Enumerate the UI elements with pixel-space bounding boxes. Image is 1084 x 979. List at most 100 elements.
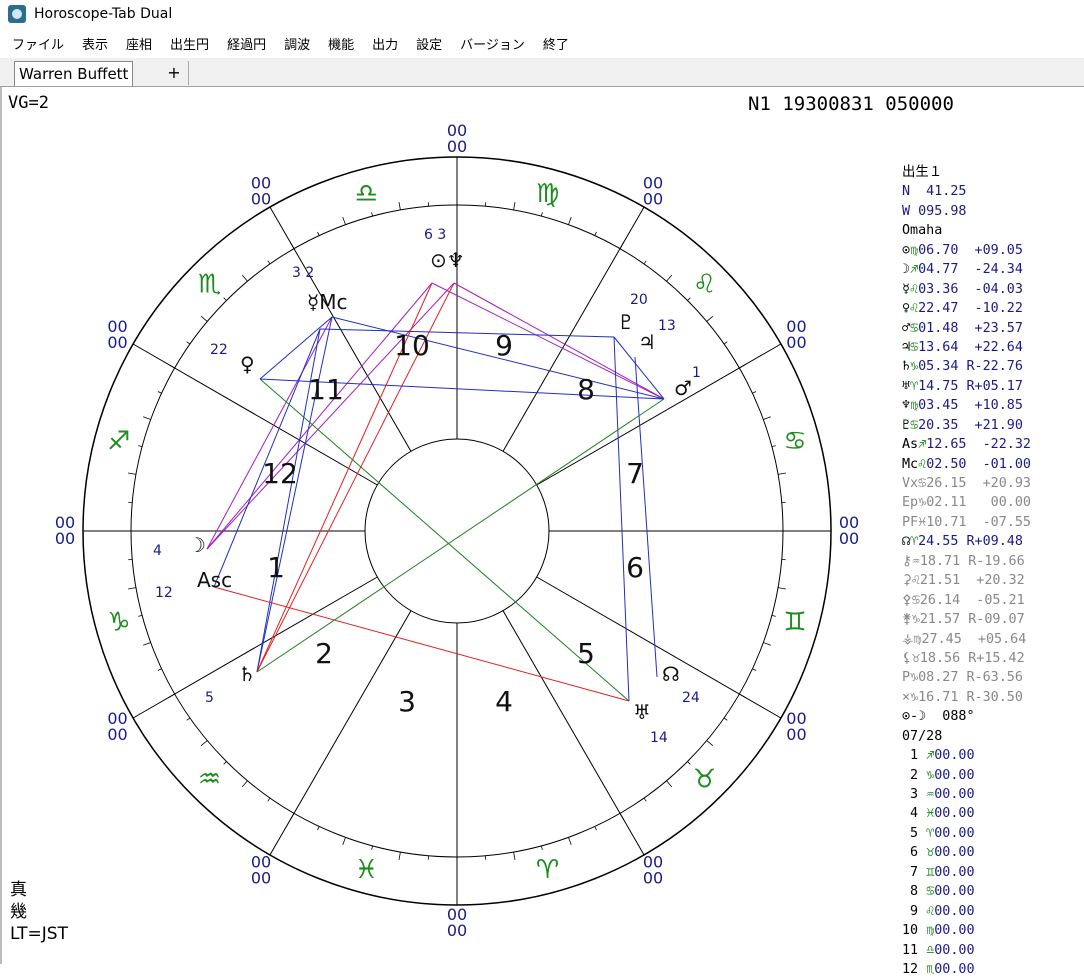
menu-version[interactable]: バージョン [460,34,525,53]
zodiac-sign: ♈ [536,855,559,885]
node-glyph: ☊ [662,662,680,686]
planet-row: Vx♋26.15 +20.93 [902,474,1031,493]
menu-view[interactable]: 表示 [82,34,108,53]
degree-tick [158,669,162,671]
menu-harmonics[interactable]: 調波 [284,34,310,53]
menu-file[interactable]: ファイル [12,34,64,53]
degree-tick [772,615,776,616]
cusp-minute-label: 00 [107,725,127,744]
menu-exit[interactable]: 終了 [543,34,569,53]
degree-tick [201,316,207,321]
planet-row: PF♓10.71 -07.55 [902,513,1031,532]
planet-table: 出生１N 41.25W 095.98Omaha⊙♍06.70 +09.05☽♐0… [902,163,1031,979]
planet-row: ♇♋20.35 +21.90 [902,416,1031,435]
degree-tick [667,781,672,787]
degree-tick [268,261,270,264]
footer-labels: 真 幾 LT=JST [10,879,68,945]
degree-tick [541,846,542,850]
house-row: 2 ♑00.00 [902,766,1031,785]
planet-row: P♑08.27 R-63.56 [902,668,1031,687]
degree-tick [724,342,727,344]
menu-natal-chart[interactable]: 出生円 [170,34,209,53]
venus-degree: 22 [210,342,228,358]
house-row: 8 ♋00.00 [902,882,1031,901]
house-row: 11 ♎00.00 [902,941,1031,960]
planet-row: ☽♐04.77 -24.34 [902,260,1031,279]
degree-tick [201,741,207,746]
degree-tick [168,694,175,698]
geometry-label: 幾 [10,901,68,923]
planet-row: ⊙♍06.70 +09.05 [902,241,1031,260]
degree-tick [143,417,151,420]
degree-tick [187,718,190,720]
degree-tick [143,642,151,645]
title-bar: Horoscope-Tab Dual [0,0,1084,28]
house-row: 6 ♉00.00 [902,843,1031,862]
degree-tick [318,826,320,830]
saturn-glyph: ♄ [238,662,256,686]
cusp-minute-label: 00 [447,921,467,940]
degree-tick [688,762,691,765]
degree-tick [778,588,786,589]
degree-tick [739,364,746,368]
degree-tick [224,298,227,301]
timezone-label: LT=JST [10,923,68,945]
degree-tick [772,446,776,447]
menu-settings[interactable]: 設定 [416,34,442,53]
degree-tick [595,232,597,236]
planet-row: ♃♋13.64 +22.64 [902,338,1031,357]
zodiac-sign: ♐ [107,426,130,456]
tab-warren-buffett[interactable]: Warren Buffett [14,61,133,86]
planet-row: ⚷♒18.71 R-19.66 [902,552,1031,571]
planet-row: As♐12.65 -22.32 [902,435,1031,454]
planet-row: ☿♌03.36 -04.03 [902,280,1031,299]
aspect-line [207,283,432,549]
degree-tick [138,615,142,616]
planet-row: ⚳♌21.51 +20.32 [902,571,1031,590]
planet-row: Ep♑02.11 00.00 [902,493,1031,512]
degree-tick [707,316,713,321]
degree-tick [707,741,713,746]
degree-tick [644,798,646,801]
cusp-minute-label: 00 [251,190,271,209]
menu-output[interactable]: 出力 [372,34,398,53]
moon-glyph: ☽ [188,533,206,557]
degree-tick [318,232,320,236]
aspect-line [214,587,629,701]
zodiac-sign: ♋ [783,426,806,456]
house-number: 8 [577,373,595,406]
menu-transit-chart[interactable]: 経過円 [227,34,266,53]
house-row: 9 ♌00.00 [902,902,1031,921]
menu-aspects[interactable]: 座相 [126,34,152,53]
uranus-glyph: ♅ [633,700,651,724]
degree-tick [763,642,771,645]
add-tab-button[interactable]: + [160,61,189,85]
asc-glyph: Asc [197,568,232,592]
cusp-minute-label: 00 [251,868,271,887]
house-number: 10 [394,329,430,362]
degree-tick [620,813,624,820]
planet-row: ☊♈24.55 R+09.48 [902,532,1031,551]
house-row: 3 ♒00.00 [902,785,1031,804]
degree-tick [541,212,542,216]
venus-glyph: ♀ [240,352,255,376]
app-icon [8,5,26,23]
mercury-mc-degree: 3 2 [292,265,314,281]
cusp-minute-label: 00 [55,529,75,548]
mercury-mc-glyph: ☿Mc [307,290,348,314]
degree-tick [752,392,756,394]
planet-row: ♄♑05.34 R-22.76 [902,357,1031,376]
degree-tick [688,298,691,301]
cusp-minute-label: 00 [786,333,806,352]
house-number: 5 [577,637,595,670]
menu-functions[interactable]: 機能 [328,34,354,53]
jupiter-degree: 13 [658,318,676,334]
house-number: 11 [308,373,344,406]
house-number: 9 [495,329,513,362]
cusp-minute-label: 00 [786,725,806,744]
degree-tick [752,669,756,671]
zodiac-sign: ♑ [107,608,130,638]
house-row: 7 ♊00.00 [902,863,1031,882]
planet-row: ♅♈14.75 R+05.17 [902,377,1031,396]
longitude: W 095.98 [902,202,1031,221]
